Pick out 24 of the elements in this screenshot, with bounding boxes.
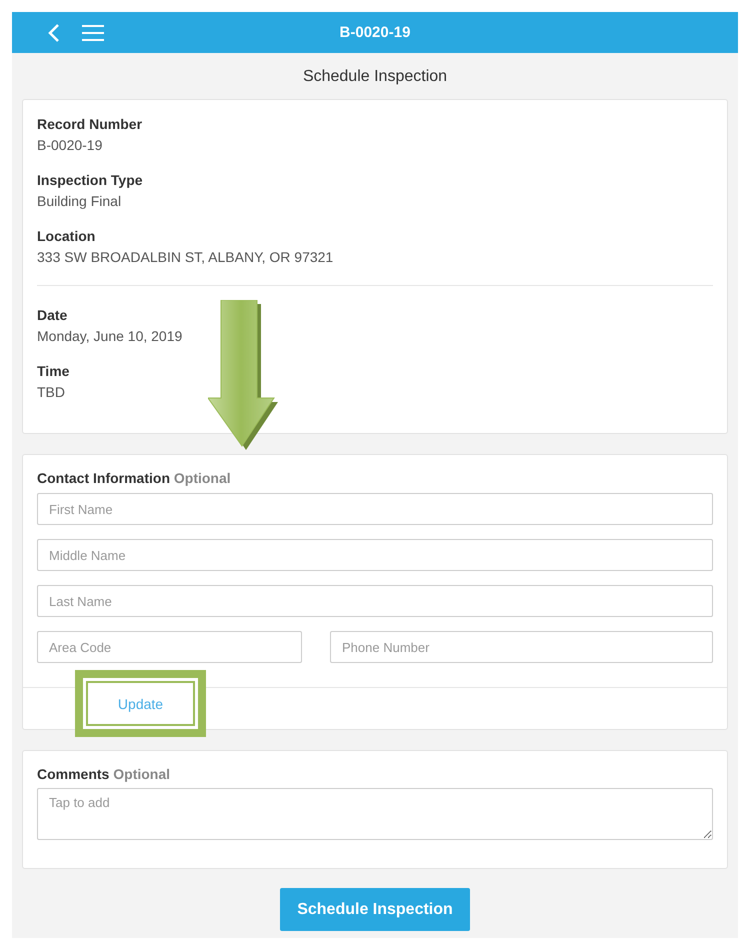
section-heading: Comments Optional (37, 766, 172, 782)
comments-field[interactable]: Tap to add (37, 788, 713, 840)
page-title: Schedule Inspection (302, 68, 448, 86)
input-field[interactable]: Phone Number (330, 631, 713, 663)
field-label: Record Number (37, 116, 144, 132)
header-title: B-0020-19 (340, 24, 410, 41)
field-value: TBD (37, 384, 66, 400)
down-arrow-icon (208, 300, 278, 452)
field-label: Time (37, 363, 70, 379)
field-label: Inspection Type (37, 172, 144, 188)
field-value: Monday, June 10, 2019 (37, 328, 184, 344)
input-field[interactable]: Middle Name (37, 539, 713, 571)
field-value: B-0020-19 (37, 137, 104, 153)
field-value: Building Final (37, 193, 122, 209)
field-value: 333 SW BROADALBIN ST, ALBANY, OR 97321 (37, 249, 334, 265)
field-label: Location (37, 228, 96, 244)
input-field[interactable]: Area Code (37, 631, 302, 663)
section-heading: Contact Information Optional (37, 470, 232, 486)
back-icon[interactable] (48, 22, 60, 42)
input-field[interactable]: First Name (37, 493, 713, 525)
menu-icon[interactable] (82, 24, 104, 42)
schedule-inspection-button[interactable]: Schedule Inspection (280, 888, 470, 931)
input-field[interactable]: Last Name (37, 585, 713, 617)
field-label: Date (37, 307, 68, 323)
